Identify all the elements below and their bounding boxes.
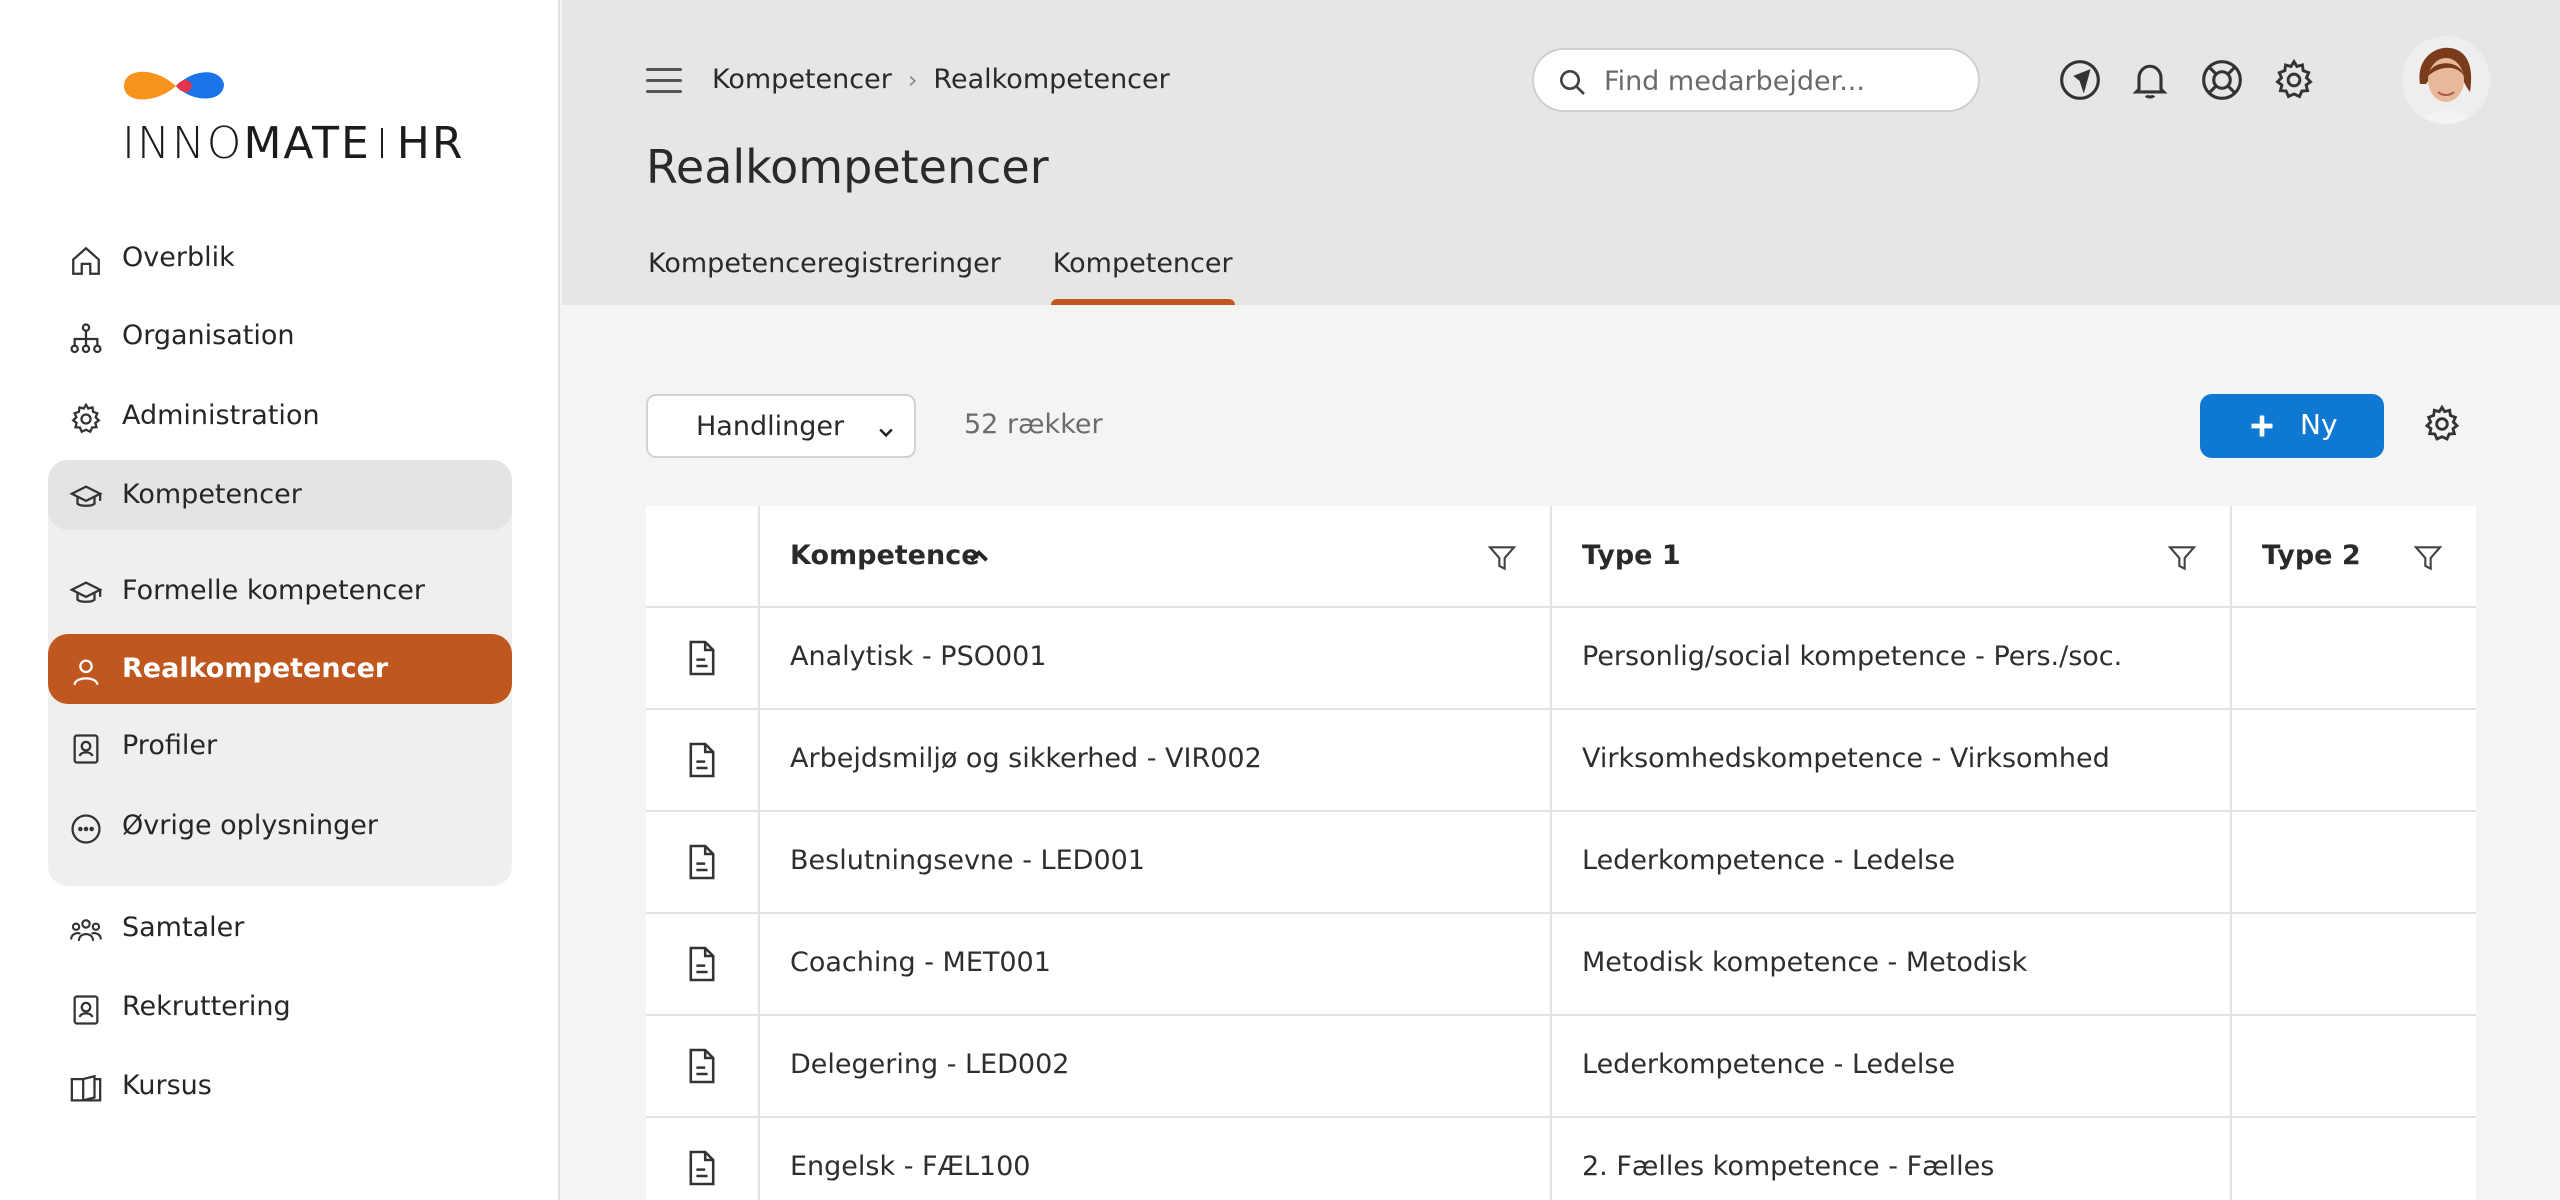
- avatar[interactable]: [2402, 36, 2490, 124]
- navigation-icon[interactable]: [2058, 58, 2102, 102]
- sidebar-item-label: Kompetencer: [122, 479, 302, 510]
- profile-card-icon: [68, 731, 104, 767]
- page-header: Kompetencer › Realkompetencer Realkompet…: [562, 0, 2560, 305]
- cell-type1: Lederkompetence - Ledelse: [1582, 1049, 1956, 1080]
- filter-icon[interactable]: [2166, 542, 2198, 578]
- chevron-down-icon: [876, 418, 896, 449]
- lifebuoy-icon[interactable]: [2200, 58, 2244, 102]
- cell-kompetence: Engelsk - FÆL100: [790, 1151, 1031, 1182]
- sidebar-item-profiler[interactable]: Profiler: [48, 711, 512, 781]
- sidebar-item-ovrige-oplysninger[interactable]: Øvrige oplysninger: [48, 791, 512, 861]
- gear-icon[interactable]: [2272, 58, 2316, 102]
- table-row[interactable]: Beslutningsevne - LED001 Lederkompetence…: [646, 812, 2476, 914]
- sidebar-item-label: Profiler: [122, 730, 218, 761]
- sidebar-item-administration[interactable]: Administration: [48, 381, 512, 451]
- menu-icon[interactable]: [646, 68, 682, 94]
- page-title: Realkompetencer: [646, 140, 1049, 194]
- new-button[interactable]: Ny: [2200, 394, 2384, 458]
- table-row[interactable]: Arbejdsmiljø og sikkerhed - VIR002 Virks…: [646, 710, 2476, 812]
- sidebar-item-label: Samtaler: [122, 912, 245, 943]
- chevron-right-icon: ›: [907, 65, 918, 94]
- breadcrumb-item[interactable]: Kompetencer: [712, 64, 892, 95]
- sidebar: INNOMATE HR Overblik Organisation Adminis…: [0, 0, 560, 1200]
- cell-kompetence: Arbejdsmiljø og sikkerhed - VIR002: [790, 743, 1262, 774]
- row-count: 52 rækker: [964, 409, 1103, 440]
- tab-bar: Kompetenceregistreringer Kompetencer: [646, 248, 1283, 305]
- breadcrumb: Kompetencer › Realkompetencer: [712, 64, 1170, 95]
- cell-kompetence: Coaching - MET001: [790, 947, 1051, 978]
- sidebar-item-organisation[interactable]: Organisation: [48, 301, 512, 371]
- sidebar-item-kompetencer[interactable]: Kompetencer: [48, 460, 512, 530]
- book-open-icon: [68, 1071, 104, 1107]
- sidebar-item-samtaler[interactable]: Samtaler: [48, 893, 512, 963]
- column-header-type1[interactable]: Type 1: [1582, 540, 1681, 571]
- sidebar-item-label: Realkompetencer: [122, 653, 389, 684]
- document-icon[interactable]: [686, 740, 718, 784]
- cell-type1: Metodisk kompetence - Metodisk: [1582, 947, 2028, 978]
- sidebar-item-label: Administration: [122, 400, 320, 431]
- cell-kompetence: Beslutningsevne - LED001: [790, 845, 1145, 876]
- cell-type1: 2. Fælles kompetence - Fælles: [1582, 1151, 1995, 1182]
- sidebar-item-label: Øvrige oplysninger: [122, 810, 378, 841]
- cell-kompetence: Delegering - LED002: [790, 1049, 1070, 1080]
- table-row[interactable]: Engelsk - FÆL100 2. Fælles kompetence - …: [646, 1118, 2476, 1200]
- sidebar-item-label: Rekruttering: [122, 991, 291, 1022]
- sort-ascending-icon[interactable]: [966, 544, 992, 574]
- cell-type1: Lederkompetence - Ledelse: [1582, 845, 1956, 876]
- column-header-kompetence[interactable]: Kompetence: [790, 540, 980, 571]
- table-row[interactable]: Delegering - LED002 Lederkompetence - Le…: [646, 1016, 2476, 1118]
- cell-kompetence: Analytisk - PSO001: [790, 641, 1047, 672]
- data-table: Kompetence Type 1 Type 2 Analytisk - PSO…: [646, 506, 2476, 1200]
- sidebar-item-formelle-kompetencer[interactable]: Formelle kompetencer: [48, 556, 512, 626]
- logo-wordmark: INNOMATE HR: [122, 118, 465, 169]
- actions-label: Handlinger: [696, 411, 845, 442]
- graduation-cap-icon: [68, 480, 104, 516]
- filter-icon[interactable]: [2412, 542, 2444, 578]
- search-input[interactable]: [1604, 62, 1964, 100]
- search-box[interactable]: [1532, 48, 1980, 112]
- search-icon: [1556, 66, 1588, 102]
- graduation-cap-icon: [68, 576, 104, 612]
- bell-icon[interactable]: [2128, 58, 2172, 102]
- people-group-icon: [68, 913, 104, 949]
- new-button-label: Ny: [2300, 408, 2338, 441]
- column-header-type2[interactable]: Type 2: [2262, 540, 2361, 571]
- gear-icon: [68, 401, 104, 437]
- sidebar-item-kursus[interactable]: Kursus: [48, 1051, 512, 1121]
- tab-kompetenceregistreringer[interactable]: Kompetenceregistreringer: [646, 248, 1003, 305]
- profile-card-icon: [68, 992, 104, 1028]
- table-row[interactable]: Coaching - MET001 Metodisk kompetence - …: [646, 914, 2476, 1016]
- person-icon: [68, 654, 104, 690]
- breadcrumb-item: Realkompetencer: [933, 64, 1170, 95]
- sidebar-item-label: Organisation: [122, 320, 295, 351]
- sidebar-item-label: Kursus: [122, 1070, 212, 1101]
- home-icon: [68, 243, 104, 279]
- innomate-logo: INNOMATE HR: [120, 62, 462, 169]
- more-circle-icon: [68, 811, 104, 847]
- sidebar-item-realkompetencer[interactable]: Realkompetencer: [48, 634, 512, 704]
- document-icon[interactable]: [686, 842, 718, 886]
- plus-icon: [2248, 412, 2276, 447]
- sidebar-item-label: Overblik: [122, 242, 235, 273]
- cell-type1: Personlig/social kompetence - Pers./soc.: [1582, 641, 2123, 672]
- document-icon[interactable]: [686, 1148, 718, 1192]
- actions-dropdown[interactable]: Handlinger: [646, 394, 916, 458]
- document-icon[interactable]: [686, 944, 718, 988]
- document-icon[interactable]: [686, 1046, 718, 1090]
- sidebar-item-label: Formelle kompetencer: [122, 575, 425, 606]
- document-icon[interactable]: [686, 638, 718, 682]
- table-header: Kompetence Type 1 Type 2: [646, 506, 2476, 608]
- filter-icon[interactable]: [1486, 542, 1518, 578]
- org-chart-icon: [68, 321, 104, 357]
- sidebar-item-rekruttering[interactable]: Rekruttering: [48, 972, 512, 1042]
- sidebar-item-overblik[interactable]: Overblik: [48, 223, 512, 293]
- table-settings-gear-icon[interactable]: [2422, 404, 2462, 448]
- cell-type1: Virksomhedskompetence - Virksomhed: [1582, 743, 2110, 774]
- table-row[interactable]: Analytisk - PSO001 Personlig/social komp…: [646, 608, 2476, 710]
- tab-kompetencer[interactable]: Kompetencer: [1050, 248, 1235, 305]
